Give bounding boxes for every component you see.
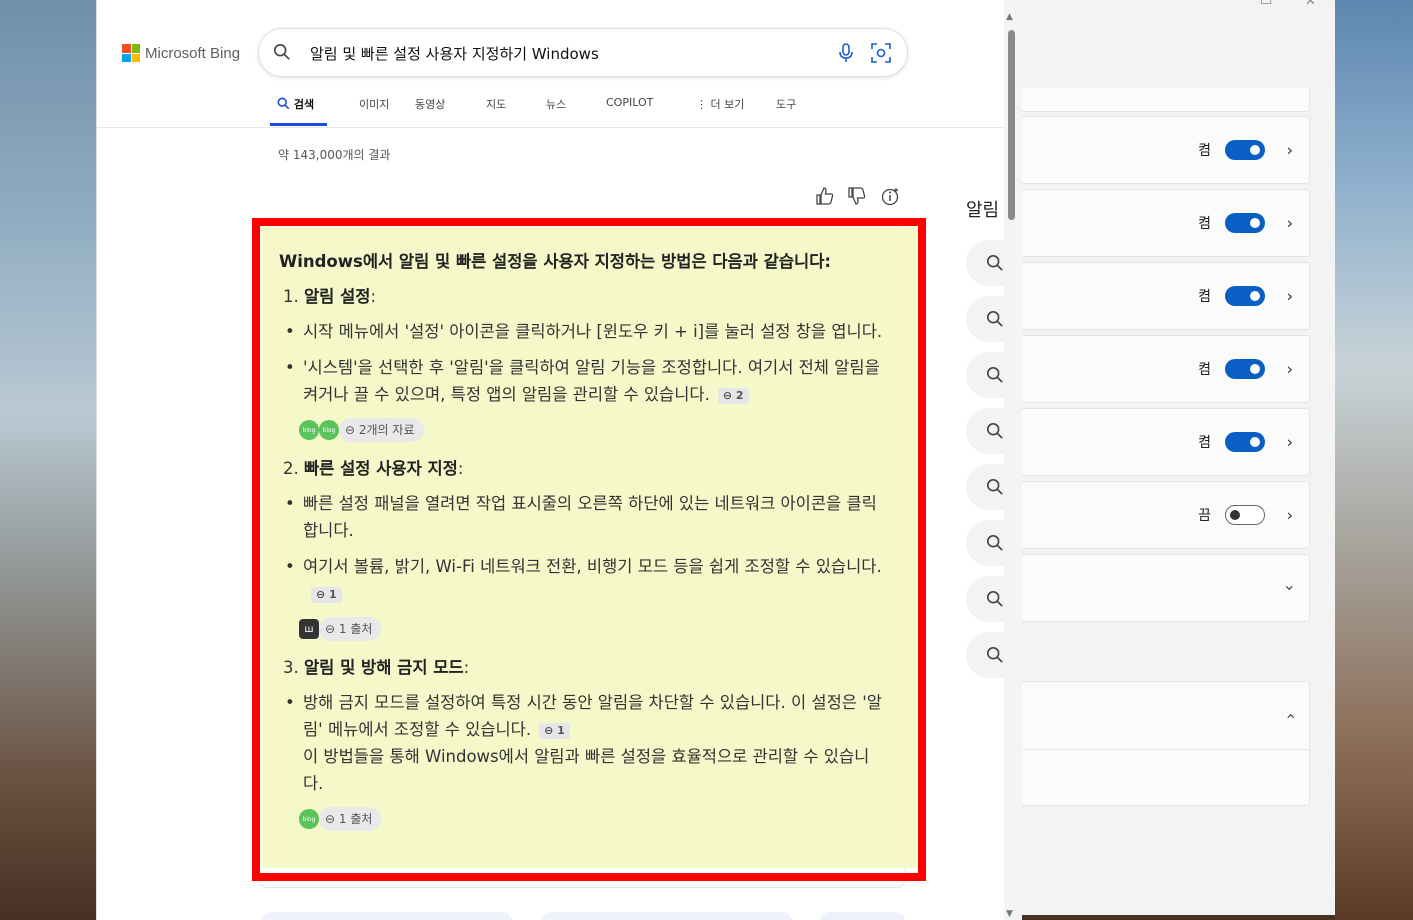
search-tabs: 검색 이미지 동영상 지도 뉴스 COPILOT ⋮ 더 보기 도구 — [270, 96, 800, 126]
microphone-icon[interactable] — [837, 43, 855, 63]
settings-row-2[interactable]: 켬 › — [1000, 189, 1310, 257]
tab-images[interactable]: 이미지 — [359, 96, 391, 126]
chevron-right-icon[interactable]: › — [1287, 433, 1293, 452]
tabs-divider — [97, 127, 1004, 128]
tab-videos[interactable]: 동영상 — [415, 96, 455, 126]
suggestion-pill[interactable] — [262, 912, 512, 920]
suggestion-pill[interactable] — [820, 912, 905, 920]
scrollbar-thumb[interactable] — [1008, 30, 1015, 220]
search-box[interactable]: 알림 및 빠른 설정 사용자 지정하기 Windows — [258, 28, 908, 77]
toggle-switch[interactable] — [1225, 505, 1265, 525]
tab-copilot[interactable]: COPILOT — [606, 96, 666, 126]
search-icon — [986, 646, 1003, 663]
thumbs-down-icon[interactable] — [847, 186, 867, 206]
tab-label: 도구 — [776, 98, 797, 111]
chevron-right-icon[interactable]: › — [1287, 287, 1293, 306]
annotation-highlight-box — [252, 218, 926, 881]
bing-brand-text: Microsoft Bing — [145, 44, 241, 62]
settings-row-5[interactable]: 켬 › — [1000, 408, 1310, 476]
settings-row-6[interactable]: 끔 › — [1000, 481, 1310, 549]
tab-label: COPILOT — [606, 96, 654, 109]
search-icon — [986, 310, 1003, 327]
search-input[interactable]: 알림 및 빠른 설정 사용자 지정하기 Windows — [310, 43, 599, 64]
scroll-up-icon[interactable]: ▲ — [1006, 12, 1013, 22]
tab-label: 뉴스 — [546, 98, 567, 111]
search-icon[interactable] — [273, 43, 291, 61]
visual-search-icon[interactable] — [871, 43, 891, 63]
settings-row-content — [1000, 749, 1310, 806]
tab-more[interactable]: ⋮ 더 보기 — [696, 96, 746, 126]
bing-logo[interactable]: Microsoft Bing — [122, 44, 240, 62]
toggle-switch[interactable] — [1225, 213, 1265, 233]
suggestion-pill[interactable] — [542, 912, 792, 920]
close-icon[interactable]: ✕ — [1305, 0, 1316, 9]
minimize-icon[interactable]: ▭ — [1260, 0, 1272, 9]
search-icon — [986, 478, 1003, 495]
tab-label: ⋮ 더 보기 — [696, 98, 745, 111]
microsoft-logo-icon — [122, 44, 140, 62]
results-count: 약 143,000개의 결과 — [278, 148, 391, 162]
toggle-switch[interactable] — [1225, 140, 1265, 160]
chevron-right-icon[interactable]: › — [1287, 506, 1293, 525]
search-icon — [986, 534, 1003, 551]
chevron-down-icon[interactable]: › — [1280, 585, 1299, 591]
settings-row-3[interactable]: 켬 › — [1000, 262, 1310, 330]
desktop-wallpaper-right — [1335, 0, 1413, 920]
chevron-right-icon[interactable]: › — [1287, 141, 1293, 160]
search-icon — [986, 590, 1003, 607]
chevron-right-icon[interactable]: › — [1287, 214, 1293, 233]
tab-tools[interactable]: 도구 — [776, 96, 800, 126]
tab-search[interactable]: 검색 — [270, 96, 327, 126]
scroll-down-icon[interactable]: ▼ — [1006, 909, 1013, 919]
tab-news[interactable]: 뉴스 — [546, 96, 568, 126]
tab-label: 이미지 — [359, 98, 390, 111]
toggle-state-label: 끔 — [1198, 507, 1211, 523]
chevron-up-icon[interactable]: › — [1280, 712, 1299, 718]
toggle-state-label: 켬 — [1198, 142, 1211, 158]
search-icon — [986, 366, 1003, 383]
settings-row-1[interactable]: 켬 › — [1000, 116, 1310, 184]
toggle-state-label: 켬 — [1198, 434, 1211, 450]
search-icon — [986, 422, 1003, 439]
tab-maps[interactable]: 지도 — [486, 96, 508, 126]
toggle-switch[interactable] — [1225, 286, 1265, 306]
tab-label: 동영상 — [415, 98, 446, 111]
toggle-switch[interactable] — [1225, 359, 1265, 379]
toggle-state-label: 켬 — [1198, 361, 1211, 377]
tab-label: 검색 — [293, 98, 315, 111]
tab-label: 지도 — [486, 98, 507, 111]
sidebar-title: 알림 — [966, 200, 1000, 221]
settings-row-expand[interactable]: › — [1000, 554, 1310, 622]
toggle-switch[interactable] — [1225, 432, 1265, 452]
search-icon — [986, 254, 1003, 271]
toggle-state-label: 켬 — [1198, 215, 1211, 231]
info-sparkle-icon[interactable] — [880, 186, 900, 206]
settings-row-partial — [1000, 88, 1310, 112]
search-icon — [277, 97, 290, 110]
thumbs-up-icon[interactable] — [815, 186, 835, 206]
toggle-state-label: 켬 — [1198, 288, 1211, 304]
settings-row-4[interactable]: 켬 › — [1000, 335, 1310, 403]
settings-row-collapse[interactable]: › — [1000, 681, 1310, 750]
chevron-right-icon[interactable]: › — [1287, 360, 1293, 379]
